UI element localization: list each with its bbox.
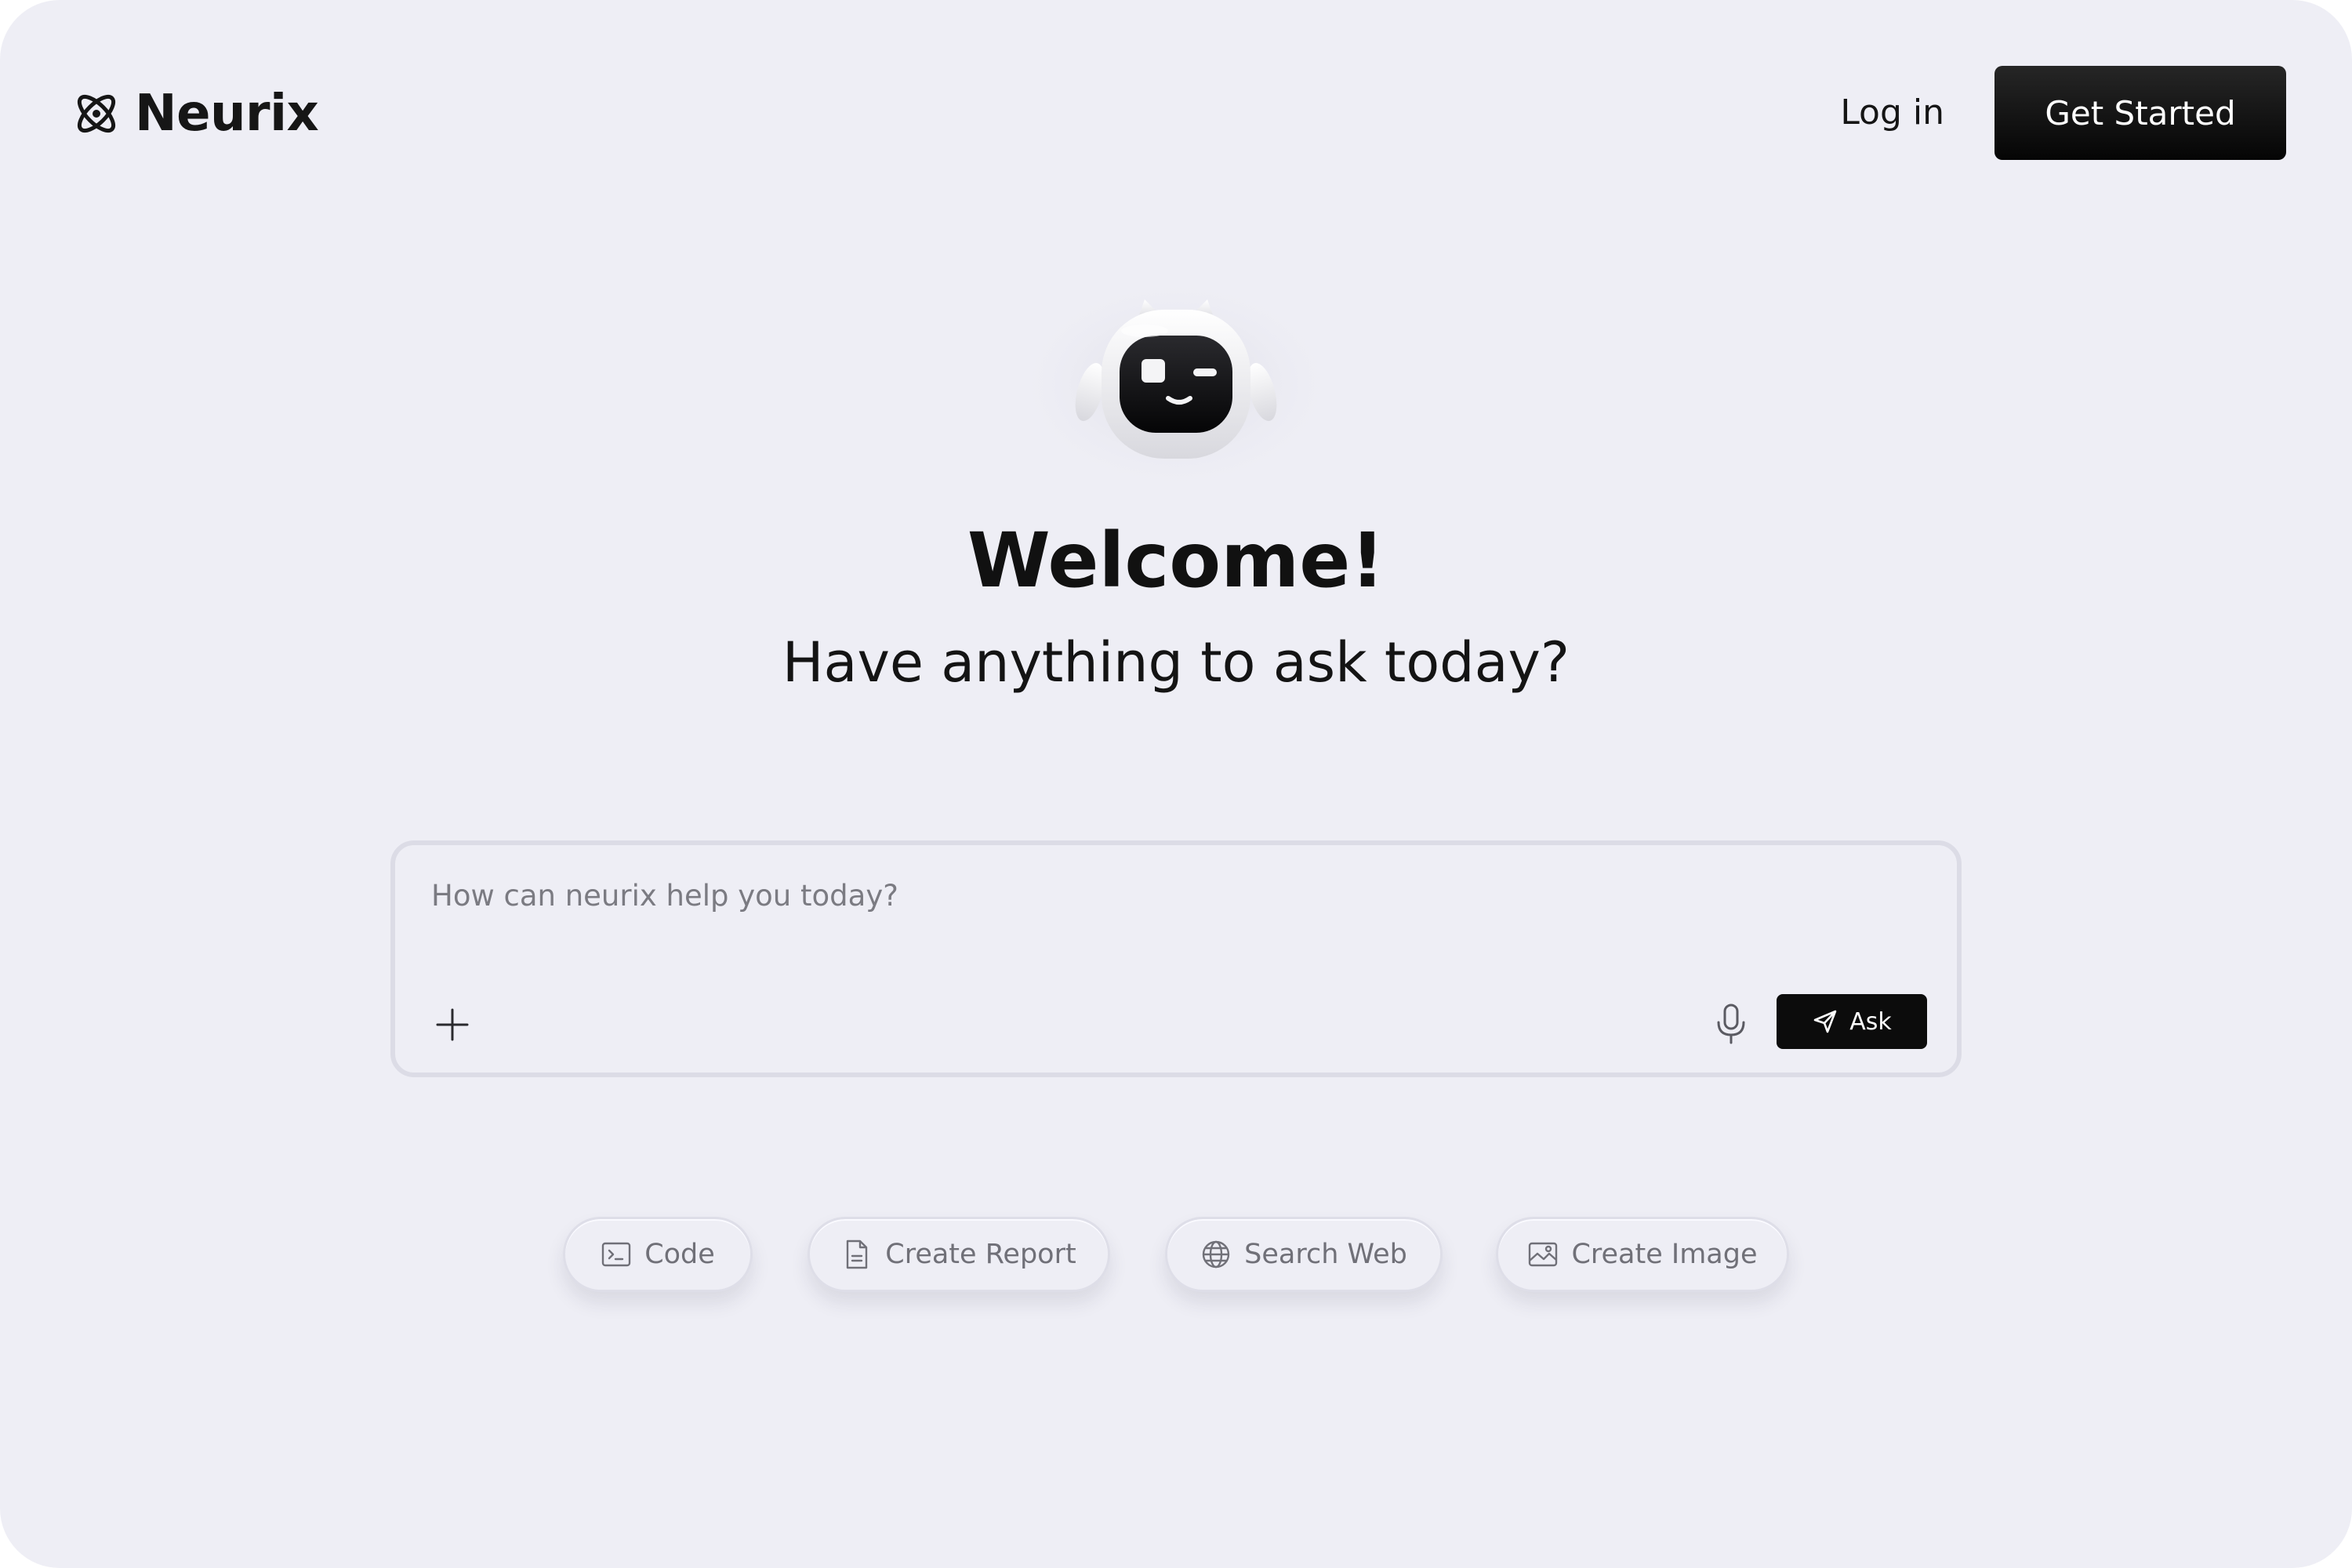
microphone-icon [1717,1004,1745,1044]
chip-create-image[interactable]: Create Image [1496,1217,1789,1292]
chip-code-label: Code [644,1239,715,1270]
chip-create-report-label: Create Report [885,1239,1076,1270]
terminal-icon [601,1242,631,1267]
robot-mascot [988,267,1364,502]
chip-code[interactable]: Code [563,1217,753,1292]
document-icon [847,1240,868,1269]
voice-input-button[interactable] [1714,1002,1748,1046]
globe-icon [1202,1240,1230,1269]
app-window: Neurix Log in Get Started Welcome! Have … [0,0,2352,1568]
plus-icon [436,1008,469,1041]
chip-create-image-label: Create Image [1571,1239,1758,1270]
welcome-title: Welcome! [967,517,1385,604]
image-icon [1529,1242,1558,1267]
chip-search-web-label: Search Web [1244,1239,1407,1270]
ask-button-label: Ask [1849,1007,1892,1036]
send-icon [1813,1010,1837,1033]
prompt-input[interactable] [430,872,1904,919]
add-attachment-button[interactable] [434,1007,470,1043]
welcome-subtitle: Have anything to ask today? [782,630,1570,695]
prompt-box: Ask [390,840,1962,1077]
atom-logo-icon [77,94,116,133]
brand-name: Neurix [135,85,319,143]
get-started-button[interactable]: Get Started [1994,66,2286,160]
chip-search-web[interactable]: Search Web [1165,1217,1443,1292]
chip-create-report[interactable]: Create Report [808,1217,1110,1292]
ask-button[interactable]: Ask [1777,994,1927,1049]
brand[interactable]: Neurix [71,78,319,149]
login-link[interactable]: Log in [1840,86,1944,140]
